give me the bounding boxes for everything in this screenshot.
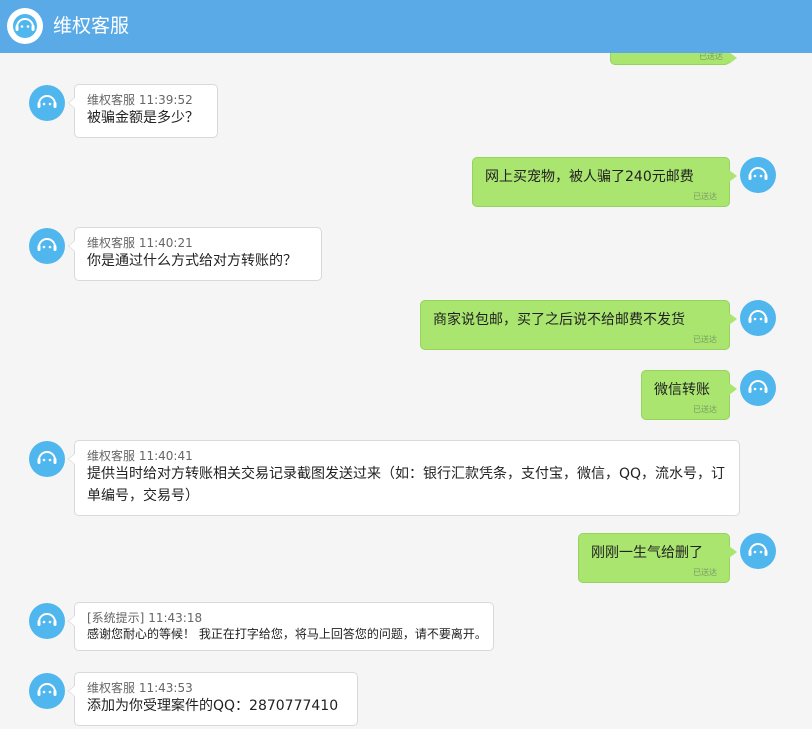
message-text: 你是通过什么方式给对方转账的？ — [87, 253, 297, 269]
message-meta: 维权客服 11:40:21 — [87, 236, 309, 250]
incoming-message: 维权客服 11:43:53 添加为你受理案件的QQ：2870777410 — [68, 672, 358, 726]
message-time: 11:40:41 — [138, 449, 193, 463]
message-meta: [系统提示] 11:43:18 — [87, 611, 481, 625]
user-avatar[interactable] — [740, 157, 776, 193]
message-time: 11:40:21 — [138, 236, 193, 250]
outgoing-message: 已送达 — [610, 53, 737, 65]
headset-smiley-icon — [37, 238, 57, 251]
headset-smiley-icon — [748, 310, 768, 323]
message-text: 感谢您耐心的等候！ 我正在打字给您，将马上回答您的问题，请不要离开。 — [87, 627, 487, 641]
headset-smiley-icon — [37, 451, 57, 464]
headset-smiley-icon — [748, 167, 768, 180]
user-avatar[interactable] — [740, 300, 776, 336]
headset-smiley-icon — [748, 543, 768, 556]
agent-avatar[interactable] — [29, 85, 65, 121]
sender-name: 维权客服 — [87, 236, 136, 250]
message-text: 提供当时给对方转账相关交易记录截图发送过来（如：银行汇款凭条，支付宝，微信，QQ… — [87, 466, 726, 504]
message-text: 商家说包邮，买了之后说不给邮费不发货 — [433, 312, 685, 328]
headset-smiley-icon — [748, 380, 768, 393]
headset-smiley-icon — [37, 613, 57, 626]
incoming-message: 维权客服 11:40:41 提供当时给对方转账相关交易记录截图发送过来（如：银行… — [68, 440, 740, 516]
message-text: 添加为你受理案件的QQ：2870777410 — [87, 698, 339, 714]
agent-avatar[interactable] — [29, 441, 65, 477]
outgoing-message: 刚刚一生气给删了 已送达 — [578, 533, 737, 583]
header-avatar — [7, 8, 43, 44]
agent-avatar[interactable] — [29, 603, 65, 639]
message-text: 微信转账 — [654, 382, 710, 398]
user-avatar[interactable] — [740, 533, 776, 569]
outgoing-message: 网上买宠物，被人骗了240元邮费 已送达 — [472, 157, 737, 207]
headset-smiley-icon — [37, 95, 57, 108]
incoming-message: 维权客服 11:39:52 被骗金额是多少？ — [68, 84, 218, 138]
user-avatar[interactable] — [740, 370, 776, 406]
headset-smiley-icon — [37, 683, 57, 696]
message-meta: 维权客服 11:43:53 — [87, 681, 345, 695]
incoming-message: 维权客服 11:40:21 你是通过什么方式给对方转账的？ — [68, 227, 322, 281]
incoming-message: [系统提示] 11:43:18 感谢您耐心的等候！ 我正在打字给您，将马上回答您… — [68, 602, 494, 651]
agent-avatar[interactable] — [29, 673, 65, 709]
delivery-status: 已送达 — [693, 335, 717, 344]
outgoing-message: 微信转账 已送达 — [641, 370, 737, 420]
message-time: 11:39:52 — [138, 93, 193, 107]
headset-smiley-icon — [13, 14, 37, 38]
message-text: 被骗金额是多少？ — [87, 110, 199, 126]
message-time: 11:43:53 — [138, 681, 193, 695]
message-meta: 维权客服 11:39:52 — [87, 93, 205, 107]
message-time: 11:43:18 — [148, 611, 203, 625]
sender-name: 维权客服 — [87, 449, 136, 463]
message-meta: 维权客服 11:40:41 — [87, 449, 727, 463]
delivery-status: 已送达 — [693, 405, 717, 414]
delivery-status: 已送达 — [699, 53, 723, 61]
outgoing-message: 商家说包邮，买了之后说不给邮费不发货 已送达 — [420, 300, 737, 350]
header-title: 维权客服 — [53, 15, 130, 37]
chat-header: 维权客服 — [0, 0, 812, 53]
sender-name: 维权客服 — [87, 93, 136, 107]
sender-name: 维权客服 — [87, 681, 136, 695]
sender-name: [系统提示] — [87, 611, 145, 625]
chat-area[interactable]: 已送达 维权客服 11:39:52 被骗金额是多少？ 网上买宠物，被人骗了240… — [0, 53, 812, 729]
message-text: 网上买宠物，被人骗了240元邮费 — [485, 169, 694, 185]
delivery-status: 已送达 — [693, 568, 717, 577]
message-text: 刚刚一生气给删了 — [591, 545, 703, 561]
delivery-status: 已送达 — [693, 192, 717, 201]
agent-avatar[interactable] — [29, 228, 65, 264]
